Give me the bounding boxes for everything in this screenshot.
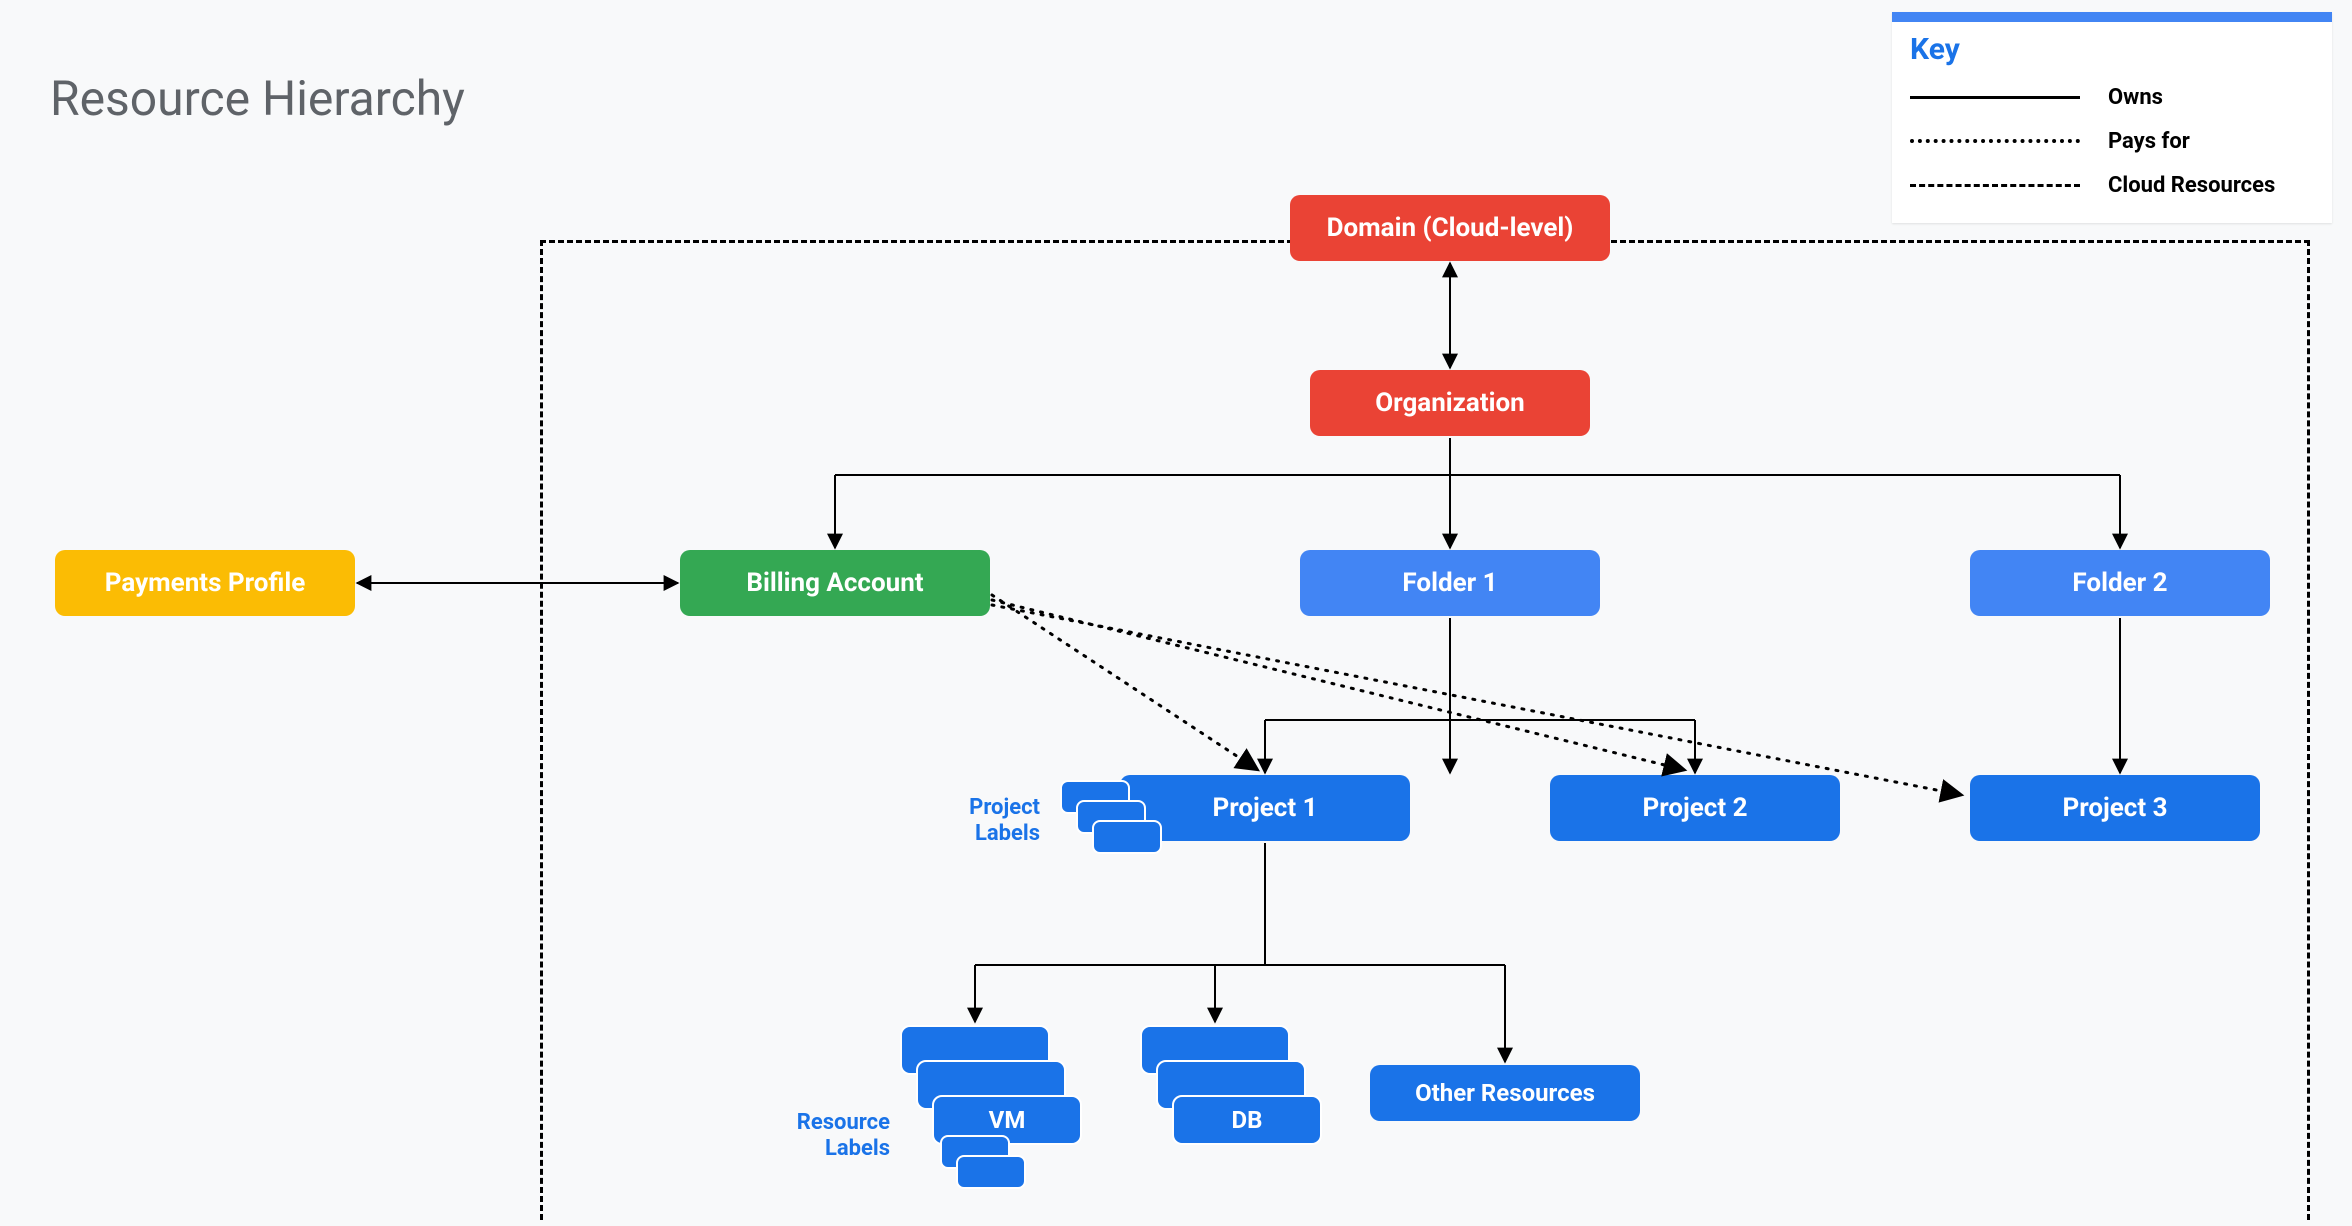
node-organization: Organization [1310,370,1590,436]
legend-line-solid [1910,96,2080,99]
legend-row-cloudresources: Cloud Resources [1910,163,2314,207]
project-label-chip [1092,820,1162,854]
resource-label-chip [956,1155,1026,1189]
legend-row-paysfor: Pays for [1910,119,2314,163]
legend-title: Key [1910,32,2314,67]
legend-row-owns: Owns [1910,75,2314,119]
db-resource-chip: DB [1172,1095,1322,1145]
node-project1: Project 1 [1120,775,1410,841]
legend: Key Owns Pays for Cloud Resources [1892,12,2332,223]
node-folder2: Folder 2 [1970,550,2270,616]
page-title: Resource Hierarchy [50,70,465,127]
node-folder1: Folder 1 [1300,550,1600,616]
node-domain: Domain (Cloud-level) [1290,195,1610,261]
legend-label-owns: Owns [2108,85,2163,110]
node-project3: Project 3 [1970,775,2260,841]
legend-label-paysfor: Pays for [2108,129,2190,154]
node-other-resources: Other Resources [1370,1065,1640,1121]
node-project2: Project 2 [1550,775,1840,841]
label-resource-labels: Resource Labels [740,1110,890,1163]
legend-line-dotted [1910,139,2080,143]
node-billing: Billing Account [680,550,990,616]
legend-label-cloudresources: Cloud Resources [2108,173,2275,198]
legend-line-dashed [1910,184,2080,187]
label-project-labels: Project Labels [910,795,1040,848]
node-payments: Payments Profile [55,550,355,616]
